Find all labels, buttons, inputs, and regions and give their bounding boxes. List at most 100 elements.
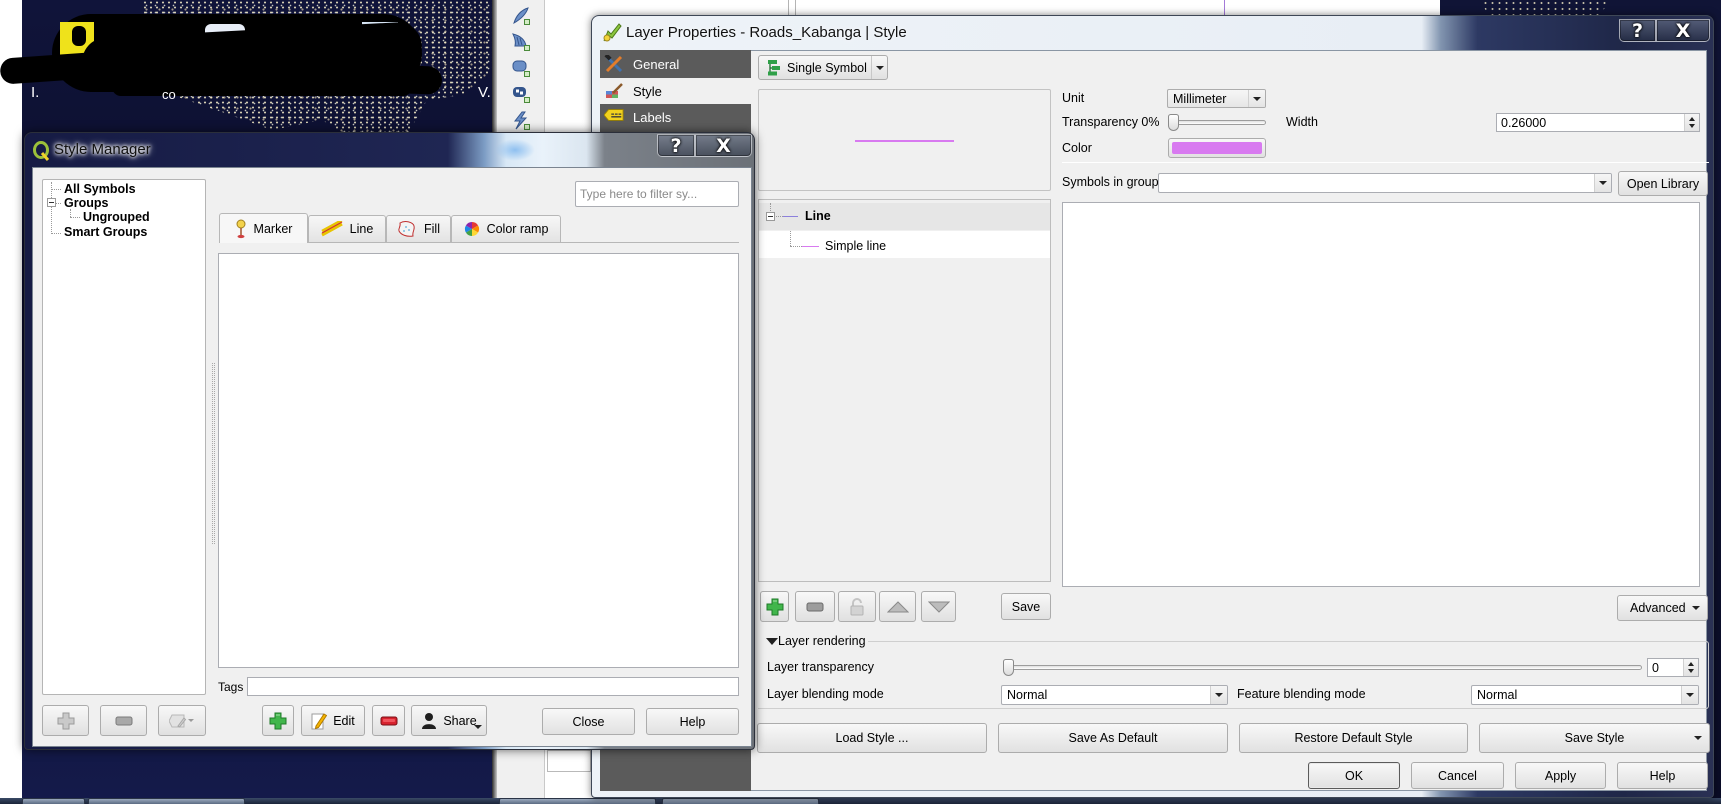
fill-icon (397, 220, 417, 238)
collapse-icon[interactable] (766, 212, 775, 221)
dialog-title: Style Manager (54, 141, 151, 158)
edit-symbol-button[interactable]: Edit (301, 705, 365, 736)
renderer-type-label: Single Symbol (787, 60, 867, 75)
dialog-title: Layer Properties - Roads_Kabanga | Style (626, 24, 907, 41)
share-menu-button[interactable]: Share (411, 705, 487, 736)
move-layer-down-button[interactable] (921, 591, 956, 622)
feature-blending-dropdown[interactable]: Normal (1471, 685, 1699, 705)
sidebar-item-style[interactable]: Style (600, 78, 751, 104)
context-help-button[interactable]: ? (657, 134, 695, 157)
splitter-handle[interactable] (212, 363, 215, 544)
add-symbol-button[interactable] (262, 705, 294, 736)
tree-item-smart-groups[interactable]: Smart Groups (64, 225, 147, 239)
width-spinbox[interactable] (1496, 113, 1700, 132)
transparency-slider[interactable] (1168, 114, 1266, 131)
width-input[interactable] (1496, 113, 1700, 132)
spin-arrows-icon[interactable] (1683, 659, 1698, 676)
group-actions-button[interactable] (158, 705, 206, 736)
layer-properties-icon (602, 23, 622, 43)
symbol-groups-tree: All Symbols Groups Ungrouped Smart Group… (42, 179, 206, 695)
layer-transparency-spinbox[interactable] (1647, 658, 1699, 677)
width-label: Width (1286, 115, 1318, 129)
symbol-layer-tree: Line Simple line (758, 199, 1051, 582)
symbol-library-list[interactable] (1062, 202, 1700, 587)
taskbar-button[interactable] (499, 798, 656, 804)
plus-icon (269, 712, 287, 730)
open-library-button[interactable]: Open Library (1618, 171, 1708, 196)
tree-item-line[interactable]: Line (759, 203, 1050, 230)
tree-item-simple-line[interactable]: Simple line (759, 231, 1050, 258)
chevron-down-icon[interactable] (871, 56, 888, 79)
sidebar-item-labels[interactable]: Labels (600, 104, 751, 130)
help-button[interactable]: Help (646, 708, 739, 735)
slider-handle[interactable] (1168, 114, 1179, 131)
symbol-group-dropdown[interactable] (1158, 173, 1612, 193)
layer-blending-dropdown[interactable]: Normal (1001, 685, 1228, 705)
color-label: Color (1062, 141, 1092, 155)
tab-color-ramp[interactable]: Color ramp (451, 215, 561, 242)
advanced-label: Advanced (1630, 601, 1686, 615)
remove-symbol-button[interactable] (372, 705, 405, 736)
close-window-button[interactable]: X (695, 134, 752, 157)
symbol-preview-line (855, 140, 954, 142)
add-part-icon[interactable] (511, 58, 531, 78)
tree-item-ungrouped[interactable]: Ungrouped (83, 210, 150, 224)
spin-arrows-icon[interactable] (1684, 114, 1699, 131)
slider-handle[interactable] (1003, 659, 1014, 676)
layer-properties-dialog: Layer Properties - Roads_Kabanga | Style… (591, 15, 1714, 798)
close-window-button[interactable]: X (1656, 19, 1710, 42)
symbol-filter-input[interactable] (575, 181, 739, 207)
splitter-line (795, 0, 796, 16)
close-button[interactable]: Close (542, 708, 635, 735)
fill-ring-icon[interactable] (511, 84, 531, 104)
taskbar-button[interactable] (22, 798, 85, 804)
tab-marker[interactable]: Marker (219, 213, 308, 243)
ok-button[interactable]: OK (1308, 762, 1400, 789)
layer-transparency-slider[interactable] (1003, 659, 1642, 676)
reshape-lightning-icon[interactable] (511, 111, 531, 131)
apply-button[interactable]: Apply (1515, 762, 1606, 789)
arrow-down-icon (927, 601, 950, 613)
add-feature-pen-icon[interactable] (511, 6, 531, 26)
taskbar-button[interactable] (662, 798, 819, 804)
save-style-button[interactable]: Save Style (1479, 723, 1710, 753)
remove-symbol-layer-button[interactable] (795, 591, 835, 622)
edit-pencil-icon (311, 712, 328, 730)
map-canvas-main[interactable] (592, 0, 1440, 16)
sidebar-item-general[interactable]: General (600, 50, 751, 78)
restore-default-style-button[interactable]: Restore Default Style (1239, 723, 1468, 753)
color-wheel-icon (464, 221, 480, 237)
load-style-button[interactable]: Load Style ... (757, 723, 987, 753)
symbol-list[interactable] (218, 253, 739, 668)
add-group-button[interactable] (42, 705, 89, 736)
context-help-button[interactable]: ? (1619, 19, 1656, 42)
symbol-preview (758, 89, 1051, 191)
tab-fill[interactable]: Fill (386, 215, 451, 242)
save-symbol-button[interactable]: Save (1001, 593, 1051, 620)
unit-dropdown[interactable]: Millimeter (1167, 89, 1266, 108)
color-picker-button[interactable] (1168, 138, 1266, 158)
tree-item-groups[interactable]: Groups (64, 196, 108, 210)
save-as-default-button[interactable]: Save As Default (998, 723, 1228, 753)
cancel-button[interactable]: Cancel (1411, 762, 1504, 789)
taskbar-button[interactable] (88, 798, 245, 804)
lock-layer-color-button[interactable] (838, 591, 876, 622)
add-symbol-layer-button[interactable] (760, 591, 789, 622)
color-swatch (1172, 142, 1262, 154)
tree-item-all-symbols[interactable]: All Symbols (64, 182, 136, 196)
taskbar (0, 798, 1721, 804)
move-layer-up-button[interactable] (879, 591, 916, 622)
tools-icon (604, 55, 624, 73)
remove-group-button[interactable] (100, 705, 147, 736)
help-button[interactable]: Help (1617, 762, 1708, 789)
add-ring-sail-icon[interactable] (511, 32, 531, 52)
advanced-menu-button[interactable]: Advanced (1617, 595, 1708, 621)
splitter-line (788, 0, 789, 16)
edit-tag-icon (169, 713, 195, 729)
renderer-type-dropdown[interactable]: Single Symbol (758, 55, 888, 80)
layer-rendering-title[interactable]: Layer rendering (778, 634, 866, 648)
tags-input[interactable] (247, 677, 739, 696)
tab-line[interactable]: Line (308, 215, 386, 242)
collapse-icon[interactable] (47, 198, 56, 207)
collapse-triangle-icon[interactable] (766, 638, 778, 645)
